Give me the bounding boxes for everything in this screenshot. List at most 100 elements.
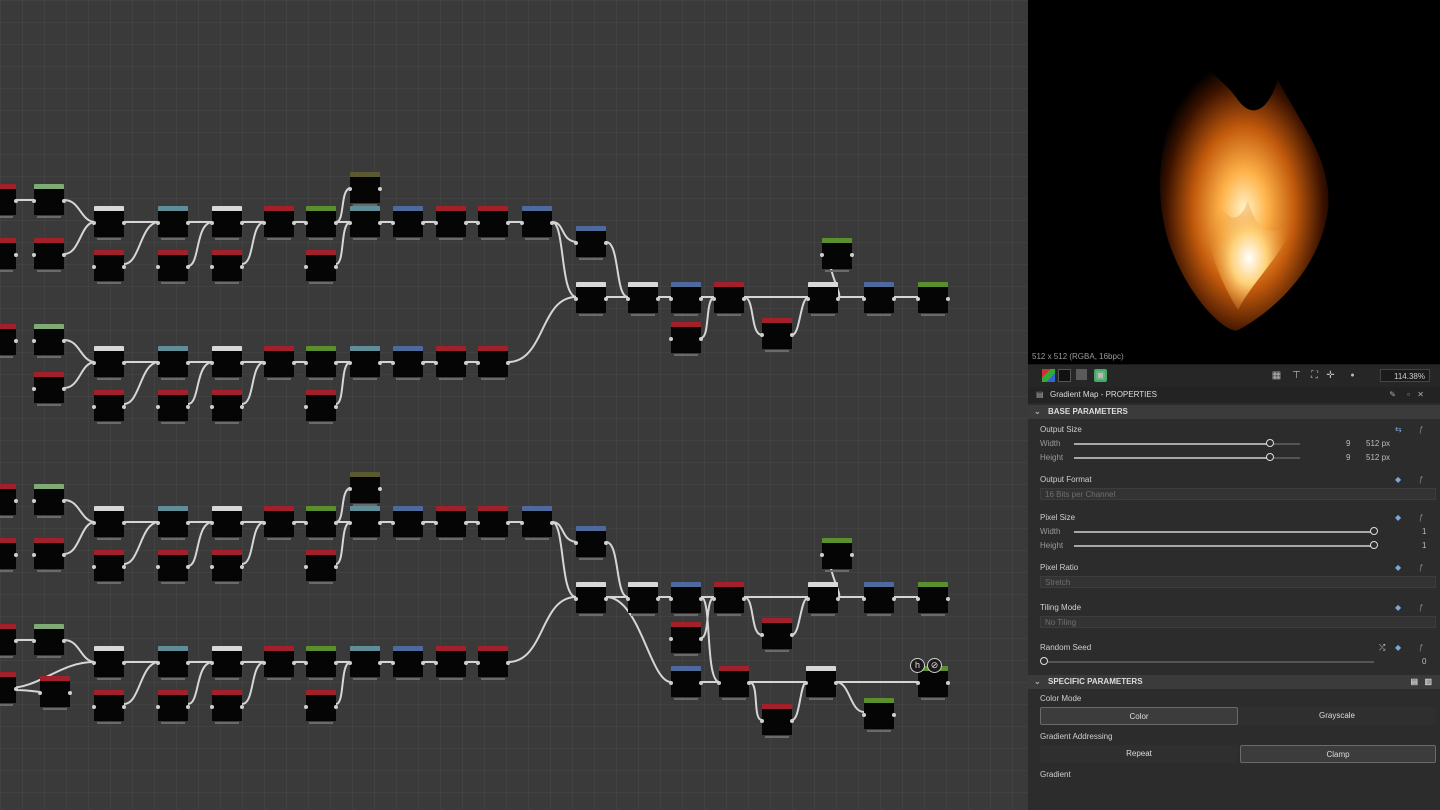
node-output-pin[interactable] — [892, 297, 896, 301]
graph-node[interactable] — [391, 506, 425, 540]
node-input-pin[interactable] — [32, 253, 36, 257]
node-output-pin[interactable] — [790, 719, 794, 723]
node-input-pin[interactable] — [32, 499, 36, 503]
graph-node[interactable] — [820, 238, 854, 272]
node-input-pin[interactable] — [476, 221, 480, 225]
graph-node[interactable] — [92, 206, 126, 240]
node-output-pin[interactable] — [699, 637, 703, 641]
graph-node[interactable] — [210, 206, 244, 240]
node-input-pin[interactable] — [669, 681, 673, 685]
graph-node[interactable] — [156, 506, 190, 540]
close-icon[interactable]: ✕ — [1417, 387, 1424, 403]
node-input-pin[interactable] — [760, 719, 764, 723]
node-output-pin[interactable] — [946, 681, 950, 685]
node-output-pin[interactable] — [62, 339, 66, 343]
shuffle-icon[interactable]: ⤮ — [1379, 643, 1390, 653]
graph-node[interactable] — [574, 282, 608, 316]
node-input-pin[interactable] — [156, 661, 160, 665]
node-input-pin[interactable] — [574, 597, 578, 601]
node-input-pin[interactable] — [760, 633, 764, 637]
menu-icon[interactable]: ▥ — [1424, 675, 1432, 689]
graph-node[interactable] — [669, 282, 703, 316]
node-output-pin[interactable] — [699, 337, 703, 341]
node-output-pin[interactable] — [62, 253, 66, 257]
node-output-pin[interactable] — [186, 705, 190, 709]
graph-node[interactable] — [304, 646, 338, 680]
node-input-pin[interactable] — [92, 221, 96, 225]
node-output-pin[interactable] — [699, 297, 703, 301]
graph-node[interactable] — [92, 506, 126, 540]
node-input-pin[interactable] — [717, 681, 721, 685]
graph-node[interactable] — [32, 538, 66, 572]
pixel-height-slider-track[interactable] — [1074, 545, 1374, 547]
node-input-pin[interactable] — [434, 221, 438, 225]
node-output-pin[interactable] — [656, 297, 660, 301]
display-mode-icon[interactable]: ▣ — [1094, 369, 1107, 382]
node-output-pin[interactable] — [699, 681, 703, 685]
node-input-pin[interactable] — [476, 521, 480, 525]
node-input-pin[interactable] — [669, 637, 673, 641]
node-input-pin[interactable] — [669, 337, 673, 341]
node-input-pin[interactable] — [92, 705, 96, 709]
node-input-pin[interactable] — [32, 553, 36, 557]
graph-node[interactable] — [391, 646, 425, 680]
graph-node[interactable] — [92, 646, 126, 680]
node-output-pin[interactable] — [946, 597, 950, 601]
graph-node[interactable] — [0, 538, 18, 572]
node-output-pin[interactable] — [506, 521, 510, 525]
pin-icon[interactable]: ✎ — [1389, 387, 1396, 403]
output-height-value[interactable]: 9 — [1346, 451, 1350, 465]
node-input-pin[interactable] — [574, 541, 578, 545]
node-output-pin[interactable] — [604, 241, 608, 245]
node-output-pin[interactable] — [68, 691, 72, 695]
node-output-pin[interactable] — [186, 521, 190, 525]
node-output-pin[interactable] — [240, 221, 244, 225]
node-input-pin[interactable] — [92, 565, 96, 569]
graph-node[interactable] — [0, 672, 18, 706]
node-input-pin[interactable] — [476, 361, 480, 365]
graph-node[interactable] — [92, 690, 126, 724]
output-width-value[interactable]: 9 — [1346, 437, 1350, 451]
node-input-pin[interactable] — [304, 521, 308, 525]
graph-node[interactable] — [348, 346, 382, 380]
node-input-pin[interactable] — [92, 405, 96, 409]
output-height-slider-knob[interactable] — [1266, 453, 1274, 461]
node-input-pin[interactable] — [304, 221, 308, 225]
node-input-pin[interactable] — [156, 221, 160, 225]
node-output-pin[interactable] — [14, 339, 18, 343]
node-input-pin[interactable] — [262, 361, 266, 365]
graph-node[interactable] — [669, 622, 703, 656]
graph-node[interactable] — [520, 506, 554, 540]
function-icon[interactable]: ƒ — [1419, 603, 1430, 613]
pixel-width-value[interactable]: 1 — [1422, 525, 1426, 539]
node-output-pin[interactable] — [122, 265, 126, 269]
graph-node[interactable] — [38, 676, 72, 710]
node-input-pin[interactable] — [348, 521, 352, 525]
node-output-pin[interactable] — [240, 705, 244, 709]
node-input-pin[interactable] — [434, 661, 438, 665]
node-input-pin[interactable] — [92, 521, 96, 525]
node-input-pin[interactable] — [156, 521, 160, 525]
node-output-pin[interactable] — [464, 361, 468, 365]
node-input-pin[interactable] — [626, 597, 630, 601]
graph-node[interactable] — [626, 582, 660, 616]
node-output-pin[interactable] — [946, 297, 950, 301]
graph-node[interactable] — [156, 206, 190, 240]
node-input-pin[interactable] — [304, 661, 308, 665]
background-gray-icon[interactable] — [1076, 369, 1087, 380]
node-input-pin[interactable] — [304, 405, 308, 409]
node-input-pin[interactable] — [916, 681, 920, 685]
inherit-icon[interactable]: ◆ — [1395, 643, 1406, 653]
graph-node[interactable] — [434, 206, 468, 240]
graph-node[interactable] — [156, 690, 190, 724]
node-output-pin[interactable] — [421, 521, 425, 525]
node-output-pin[interactable] — [506, 221, 510, 225]
output-width-slider-knob[interactable] — [1266, 439, 1274, 447]
node-input-pin[interactable] — [391, 521, 395, 525]
node-output-pin[interactable] — [14, 553, 18, 557]
node-output-pin[interactable] — [334, 405, 338, 409]
inherit-icon[interactable]: ◆ — [1395, 475, 1406, 485]
graph-node[interactable] — [348, 646, 382, 680]
node-input-pin[interactable] — [210, 361, 214, 365]
node-output-pin[interactable] — [790, 333, 794, 337]
